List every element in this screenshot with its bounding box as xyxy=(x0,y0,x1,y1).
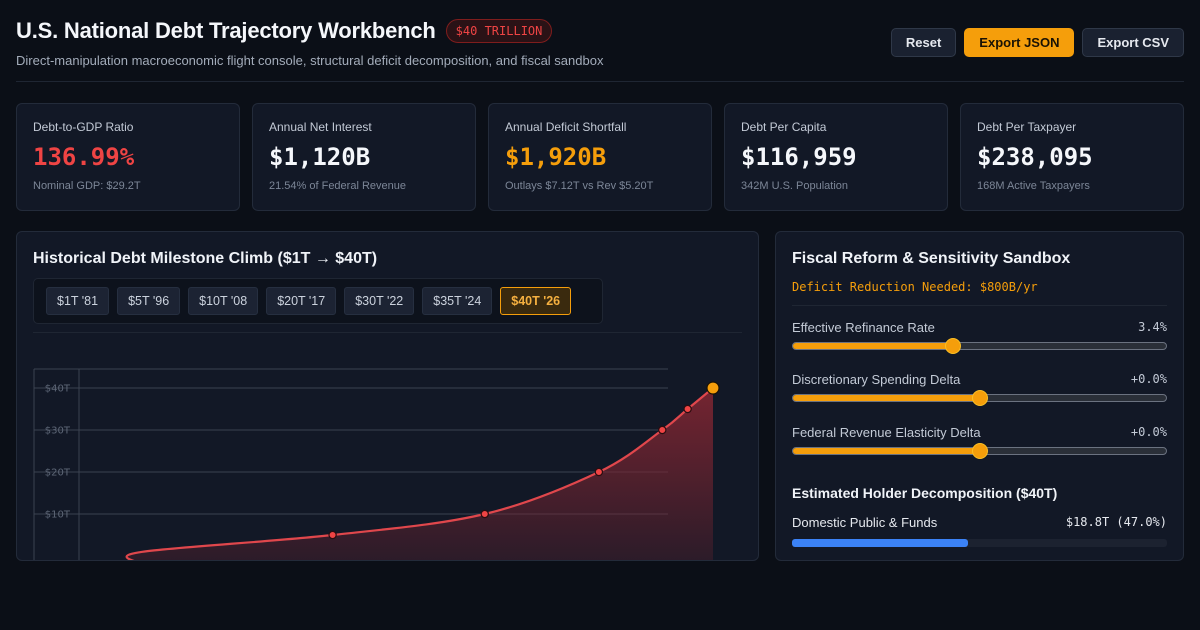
reset-button[interactable]: Reset xyxy=(890,28,957,57)
y-tick-label: $20T xyxy=(45,468,71,479)
kpi-value: 136.99% xyxy=(33,143,135,171)
milestone-point xyxy=(658,425,667,435)
kpi-label: Debt Per Taxpayer xyxy=(977,120,1077,134)
kpi-card-debt-to-gdp: Debt-to-GDP Ratio 136.99% Nominal GDP: $… xyxy=(16,103,240,211)
chart-panel-title: Historical Debt Milestone Climb ($1T → $… xyxy=(33,250,378,267)
kpi-value: $116,959 xyxy=(741,143,857,171)
kpi-label: Debt Per Capita xyxy=(741,120,827,134)
slider-label: Federal Revenue Elasticity Delta xyxy=(792,425,981,440)
holder-decomposition-title: Estimated Holder Decomposition ($40T) xyxy=(792,485,1058,501)
slider-track[interactable] xyxy=(792,338,1167,354)
export-csv-button[interactable]: Export CSV xyxy=(1082,28,1184,57)
kpi-sub: 168M Active Taxpayers xyxy=(977,180,1090,192)
kpi-card-deficit: Annual Deficit Shortfall $1,920B Outlays… xyxy=(488,103,712,211)
sandbox-title: Fiscal Reform & Sensitivity Sandbox xyxy=(792,250,1071,267)
refinance-rate-slider: Effective Refinance Rate 3.4% xyxy=(792,320,1167,356)
holder-bar-track xyxy=(792,539,1167,547)
kpi-sub: 21.54% of Federal Revenue xyxy=(269,180,406,192)
slider-track[interactable] xyxy=(792,443,1167,459)
debt-badge: $40 TRILLION xyxy=(445,19,553,43)
milestone-point xyxy=(328,530,337,540)
kpi-sub: Outlays $7.12T vs Rev $5.20T xyxy=(505,180,654,192)
milestone-point xyxy=(594,467,604,477)
slider-label: Effective Refinance Rate xyxy=(792,320,935,335)
slider-thumb[interactable] xyxy=(945,338,962,354)
milestone-point xyxy=(683,404,692,414)
active-milestone-point xyxy=(706,381,720,395)
holder-row: Domestic Public & Funds $18.8T (47.0%) xyxy=(792,515,1167,530)
kpi-sub: 342M U.S. Population xyxy=(741,180,849,192)
page-header: U.S. National Debt Trajectory Workbench … xyxy=(16,18,1184,82)
milestone-button-20t[interactable]: $20T '17 xyxy=(266,287,337,315)
spending-delta-slider: Discretionary Spending Delta +0.0% xyxy=(792,372,1167,408)
kpi-value: $1,120B xyxy=(269,143,371,171)
kpi-label: Annual Deficit Shortfall xyxy=(505,120,627,134)
milestone-button-5t[interactable]: $5T '96 xyxy=(117,287,181,315)
page-title: U.S. National Debt Trajectory Workbench xyxy=(16,18,436,43)
slider-track[interactable] xyxy=(792,390,1167,406)
kpi-value: $1,920B xyxy=(505,143,607,171)
milestone-button-10t[interactable]: $10T '08 xyxy=(188,287,259,315)
slider-fill xyxy=(793,448,980,454)
kpi-value: $238,095 xyxy=(977,143,1093,171)
kpi-card-per-taxpayer: Debt Per Taxpayer $238,095 168M Active T… xyxy=(960,103,1184,211)
slider-label: Discretionary Spending Delta xyxy=(792,372,961,387)
deficit-reduction-text: Deficit Reduction Needed: $800B/yr xyxy=(792,280,1038,294)
slider-value: +0.0% xyxy=(1130,425,1167,439)
slider-row: Federal Revenue Elasticity Delta +0.0% xyxy=(792,425,1167,440)
kpi-row: Debt-to-GDP Ratio 136.99% Nominal GDP: $… xyxy=(16,103,1184,211)
y-tick-label: $10T xyxy=(45,510,71,521)
slider-thumb[interactable] xyxy=(971,390,988,406)
kpi-label: Annual Net Interest xyxy=(269,120,372,134)
slider-value: 3.4% xyxy=(1138,320,1167,334)
export-json-button[interactable]: Export JSON xyxy=(964,28,1075,57)
milestone-button-1t[interactable]: $1T '81 xyxy=(46,287,110,315)
slider-row: Discretionary Spending Delta +0.0% xyxy=(792,372,1167,387)
milestone-button-35t[interactable]: $35T '24 xyxy=(422,287,493,315)
kpi-sub: Nominal GDP: $29.2T xyxy=(33,180,141,192)
kpi-label: Debt-to-GDP Ratio xyxy=(33,120,134,134)
debt-chart-panel: Historical Debt Milestone Climb ($1T → $… xyxy=(16,231,759,561)
kpi-card-per-capita: Debt Per Capita $116,959 342M U.S. Popul… xyxy=(724,103,948,211)
milestone-point xyxy=(480,509,489,519)
milestone-selector: $1T '81 $5T '96 $10T '08 $20T '17 $30T '… xyxy=(33,278,603,324)
slider-thumb[interactable] xyxy=(971,443,988,459)
milestone-button-40t[interactable]: $40T '26 xyxy=(500,287,572,315)
holder-bar-fill xyxy=(792,539,969,547)
milestone-button-30t[interactable]: $30T '22 xyxy=(344,287,415,315)
kpi-card-net-interest: Annual Net Interest $1,120B 21.54% of Fe… xyxy=(252,103,476,211)
holder-value: $18.8T (47.0%) xyxy=(1065,515,1167,529)
slider-fill xyxy=(793,343,954,349)
sandbox-divider xyxy=(792,305,1167,306)
slider-fill xyxy=(793,395,980,401)
y-tick-label: $40T xyxy=(45,384,71,395)
slider-value: +0.0% xyxy=(1130,372,1167,386)
slider-row: Effective Refinance Rate 3.4% xyxy=(792,320,1167,335)
debt-area-fill xyxy=(126,388,713,560)
holder-label: Domestic Public & Funds xyxy=(792,515,938,530)
revenue-elasticity-slider: Federal Revenue Elasticity Delta +0.0% xyxy=(792,425,1167,461)
fiscal-sandbox-panel: Fiscal Reform & Sensitivity Sandbox Defi… xyxy=(775,231,1184,561)
header-actions: Reset Export JSON Export CSV xyxy=(890,28,1184,57)
y-tick-label: $30T xyxy=(45,426,71,437)
debt-area-chart: $10T $20T $30T $40T xyxy=(33,368,720,560)
